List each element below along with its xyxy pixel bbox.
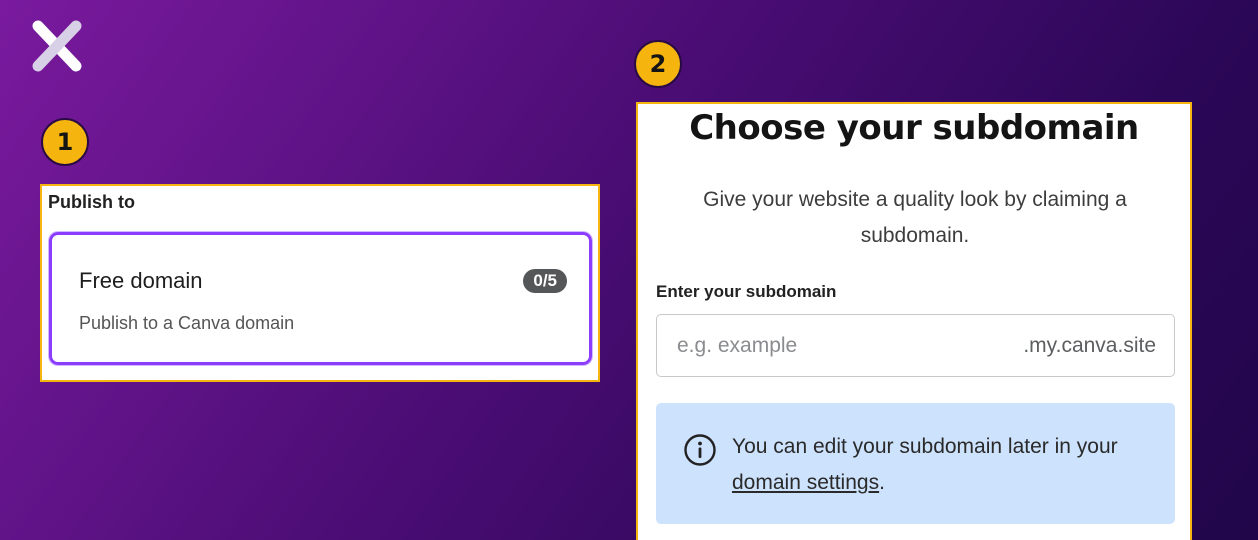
publish-to-panel: Publish to Free domain Publish to a Canv… [40, 184, 600, 382]
info-callout: You can edit your subdomain later in you… [656, 403, 1175, 524]
choose-subdomain-panel: Choose your subdomain Give your website … [636, 102, 1192, 540]
domain-settings-link[interactable]: domain settings [732, 471, 879, 494]
info-icon [684, 434, 716, 466]
subdomain-field-label: Enter your subdomain [656, 282, 837, 301]
free-domain-option[interactable]: Free domain Publish to a Canva domain 0/… [49, 232, 592, 365]
x-logo-icon [32, 20, 82, 72]
step-1-badge: 1 [41, 118, 89, 166]
subdomain-description: Give your website a quality look by clai… [703, 188, 1127, 247]
subdomain-input-wrapper: .my.canva.site [656, 314, 1175, 377]
info-text-before: You can edit your subdomain later in you… [732, 435, 1118, 458]
subdomain-title: Choose your subdomain [689, 108, 1139, 148]
info-message: You can edit your subdomain later in you… [732, 429, 1152, 501]
subdomain-input[interactable] [657, 332, 1024, 359]
subdomain-suffix: .my.canva.site [1023, 333, 1156, 357]
step-2-badge: 2 [634, 40, 682, 88]
free-domain-subtitle: Publish to a Canva domain [79, 313, 295, 333]
domain-count-badge: 0/5 [523, 269, 567, 293]
publish-to-heading: Publish to [48, 192, 135, 212]
info-text-after: . [879, 471, 885, 494]
free-domain-title: Free domain [79, 268, 203, 293]
